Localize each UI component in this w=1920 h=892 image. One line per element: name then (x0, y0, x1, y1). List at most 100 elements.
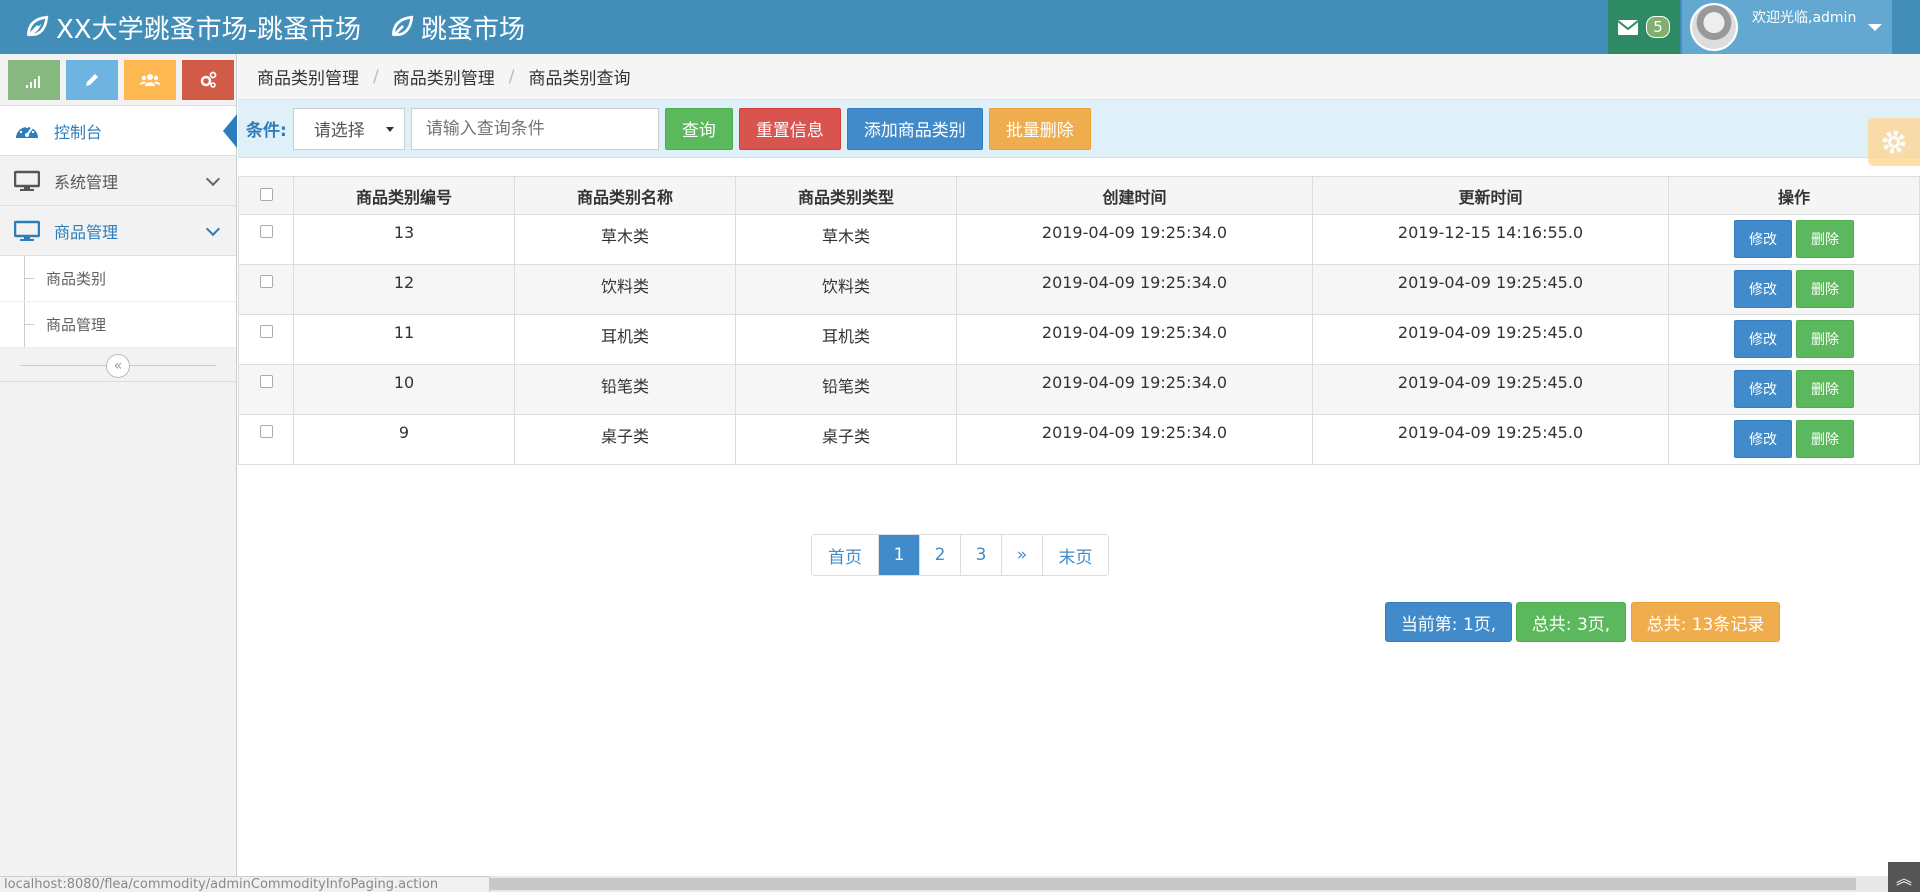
query-button[interactable]: 查询 (664, 107, 733, 150)
add-category-button[interactable]: 添加商品类别 (846, 107, 983, 150)
brand[interactable]: XX大学跳蚤市场-跳蚤市场 跳蚤市场 (24, 0, 553, 54)
cell-type: 桌子类 (735, 414, 957, 465)
sidebar-item-system[interactable]: 系统管理 (0, 156, 236, 206)
row-actions: 修改 删除 (1669, 320, 1919, 358)
desktop-icon (14, 220, 40, 241)
page-link[interactable]: 2 (920, 535, 961, 575)
sidebar: 控制台 系统管理 商品管理 商品类别 商品管理 « (0, 54, 237, 892)
shortcut-bar (0, 54, 236, 106)
leaf-icon (26, 15, 49, 37)
delete-button[interactable]: 删除 (1796, 370, 1854, 408)
scrollbar-thumb[interactable] (256, 878, 1856, 890)
edit-button[interactable]: 修改 (1734, 320, 1792, 358)
search-input[interactable] (410, 107, 659, 150)
submenu-item-category[interactable]: 商品类别 (0, 256, 236, 302)
reset-button[interactable]: 重置信息 (738, 107, 841, 150)
horizontal-scrollbar[interactable] (238, 876, 1920, 892)
shortcut-pencil-button[interactable] (66, 60, 118, 100)
actions-cell: 修改 删除 (1668, 414, 1920, 465)
cell-id: 10 (293, 364, 515, 415)
column-header: 商品类别名称 (514, 176, 736, 215)
breadcrumb-item[interactable]: 商品类别管理 (257, 64, 359, 89)
top-navbar: XX大学跳蚤市场-跳蚤市场 跳蚤市场 5 欢迎光临,admin (0, 0, 1920, 54)
messages-button[interactable]: 5 (1608, 0, 1680, 54)
current-page-badge: 当前第: 1页, (1385, 602, 1512, 642)
delete-button[interactable]: 删除 (1796, 320, 1854, 358)
column-header: 商品类别编号 (293, 176, 515, 215)
select-all-checkbox[interactable] (259, 188, 273, 201)
sidebar-item-label: 控制台 (54, 122, 103, 142)
first-page-link[interactable]: 首页 (812, 535, 879, 575)
edit-button[interactable]: 修改 (1734, 220, 1792, 258)
cell-name: 草木类 (514, 214, 736, 265)
cell-updated: 2019-04-09 19:25:45.0 (1312, 414, 1669, 465)
delete-button[interactable]: 删除 (1796, 270, 1854, 308)
row-checkbox[interactable] (259, 275, 273, 288)
column-header: 操作 (1668, 176, 1920, 215)
table-row: 13 草木类 草木类 2019-04-09 19:25:34.0 2019-12-15 … (238, 214, 1920, 265)
pencil-icon (86, 74, 98, 86)
table-row: 9 桌子类 桌子类 2019-04-09 19:25:34.0 2019-04-09 1… (238, 414, 1920, 465)
shortcut-signal-button[interactable] (8, 60, 60, 100)
shortcut-cogs-button[interactable] (182, 60, 234, 100)
cell-updated: 2019-12-15 14:16:55.0 (1312, 214, 1669, 265)
group-icon (140, 74, 160, 86)
cell-name: 饮料类 (514, 264, 736, 315)
edit-button[interactable]: 修改 (1734, 270, 1792, 308)
submenu-goods: 商品类别 商品管理 (0, 256, 236, 348)
breadcrumb-item[interactable]: 商品类别管理 (393, 64, 495, 89)
actions-cell: 修改 删除 (1668, 364, 1920, 415)
sidebar-item-dashboard[interactable]: 控制台 (0, 106, 237, 156)
leaf-icon (391, 15, 414, 37)
row-checkbox[interactable] (259, 325, 273, 338)
sidebar-item-goods[interactable]: 商品管理 (0, 206, 236, 256)
sidebar-item-label: 系统管理 (54, 172, 119, 192)
scroll-to-top-button[interactable]: ︽ (1888, 862, 1920, 892)
user-menu[interactable]: 欢迎光临,admin (1682, 0, 1892, 54)
collapse-sidebar-button[interactable]: « (106, 354, 130, 378)
cell-id: 13 (293, 214, 515, 265)
row-checkbox[interactable] (259, 375, 273, 388)
gear-icon (1882, 130, 1906, 154)
table-row: 12 饮料类 饮料类 2019-04-09 19:25:34.0 2019-04-09 … (238, 264, 1920, 315)
last-page-link[interactable]: 末页 (1043, 535, 1108, 575)
cell-updated: 2019-04-09 19:25:45.0 (1312, 264, 1669, 315)
row-actions: 修改 删除 (1669, 270, 1919, 308)
shortcut-group-button[interactable] (124, 60, 176, 100)
signal-icon (26, 76, 40, 88)
batch-delete-button[interactable]: 批量删除 (988, 107, 1091, 150)
edit-button[interactable]: 修改 (1734, 370, 1792, 408)
condition-select[interactable]: 请选择 (292, 107, 405, 150)
select-cell (238, 214, 294, 265)
cell-id: 9 (293, 414, 515, 465)
row-checkbox[interactable] (259, 225, 273, 238)
cell-name: 耳机类 (514, 314, 736, 365)
cell-created: 2019-04-09 19:25:34.0 (956, 264, 1313, 315)
condition-label: 条件: (246, 121, 287, 141)
pagination: 首页 1 2 3 » 末页 (811, 534, 1109, 576)
column-header: 商品类别类型 (735, 176, 957, 215)
cell-id: 11 (293, 314, 515, 365)
row-checkbox[interactable] (259, 425, 273, 438)
delete-button[interactable]: 删除 (1796, 420, 1854, 458)
chevron-down-icon (205, 171, 221, 187)
page-link[interactable]: 1 (879, 535, 920, 575)
row-actions: 修改 删除 (1669, 220, 1919, 258)
category-table: 商品类别编号 商品类别名称 商品类别类型 创建时间 更新时间 操作 13 草木类草… (238, 176, 1920, 465)
brand-subtitle: 跳蚤市场 (421, 14, 526, 45)
welcome-text: 欢迎光临,admin (1752, 10, 1857, 26)
delete-button[interactable]: 删除 (1796, 220, 1854, 258)
message-count-badge: 5 (1646, 16, 1670, 38)
submenu-item-goods[interactable]: 商品管理 (0, 302, 236, 348)
table-header-row: 商品类别编号 商品类别名称 商品类别类型 创建时间 更新时间 操作 (238, 176, 1920, 215)
select-cell (238, 364, 294, 415)
envelope-icon (1618, 19, 1639, 35)
select-cell (238, 314, 294, 365)
caret-down-icon (1868, 23, 1883, 31)
settings-button[interactable] (1868, 118, 1920, 166)
page-link[interactable]: 3 (961, 535, 1002, 575)
cell-name: 铅笔类 (514, 364, 736, 415)
column-header: 更新时间 (1312, 176, 1669, 215)
next-page-link[interactable]: » (1002, 535, 1043, 575)
edit-button[interactable]: 修改 (1734, 420, 1792, 458)
